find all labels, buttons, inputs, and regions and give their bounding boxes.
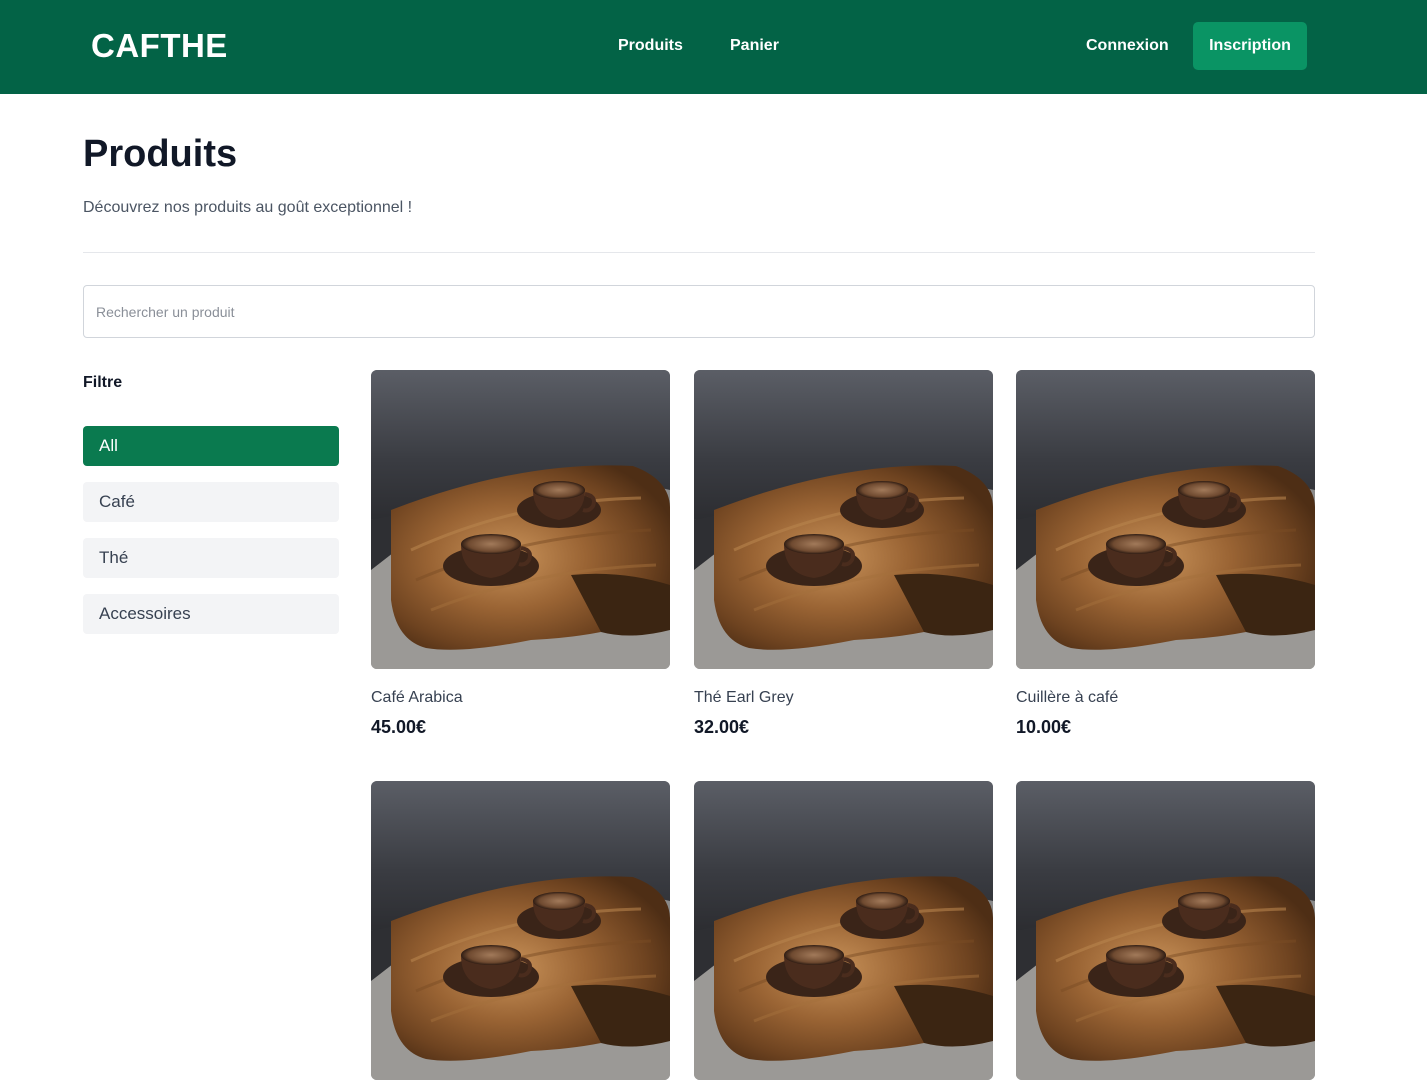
signup-button[interactable]: Inscription — [1193, 22, 1307, 70]
product-image[interactable] — [371, 781, 670, 1080]
product-card[interactable] — [694, 781, 993, 1080]
brand-logo[interactable]: CAFTHE — [91, 27, 228, 65]
product-price: 45.00€ — [371, 717, 427, 737]
section-divider — [83, 252, 1315, 253]
filter-option-the[interactable]: Thé — [83, 538, 339, 578]
search-input[interactable] — [84, 286, 1314, 337]
product-name[interactable]: Café Arabica — [371, 688, 463, 708]
product-image[interactable] — [694, 781, 993, 1080]
nav-link-panier[interactable]: Panier — [730, 36, 779, 56]
product-card[interactable] — [1016, 781, 1315, 1080]
nav-link-produits[interactable]: Produits — [618, 36, 683, 56]
filter-option-cafe[interactable]: Café — [83, 482, 339, 522]
product-card[interactable] — [371, 781, 670, 1080]
top-navbar: CAFTHE Produits Panier Connexion Inscrip… — [0, 0, 1427, 94]
product-image[interactable] — [694, 370, 993, 669]
product-card[interactable]: Cuillère à café 10.00€ — [1016, 370, 1315, 737]
product-card[interactable]: Café Arabica 45.00€ — [371, 370, 670, 737]
search-box — [83, 285, 1315, 338]
page-title: Produits — [83, 133, 238, 175]
page-subtitle: Découvrez nos produits au goût exception… — [83, 199, 413, 216]
filter-option-accessoires[interactable]: Accessoires — [83, 594, 339, 634]
filter-option-all[interactable]: All — [83, 426, 339, 466]
filter-title: Filtre — [83, 374, 123, 391]
login-link[interactable]: Connexion — [1086, 36, 1169, 56]
product-image[interactable] — [371, 370, 670, 669]
product-image[interactable] — [1016, 781, 1315, 1080]
product-image[interactable] — [1016, 370, 1315, 669]
product-name[interactable]: Thé Earl Grey — [694, 688, 794, 708]
product-price: 10.00€ — [1016, 717, 1072, 737]
product-card[interactable]: Thé Earl Grey 32.00€ — [694, 370, 993, 737]
product-price: 32.00€ — [694, 717, 750, 737]
product-name[interactable]: Cuillère à café — [1016, 688, 1118, 708]
